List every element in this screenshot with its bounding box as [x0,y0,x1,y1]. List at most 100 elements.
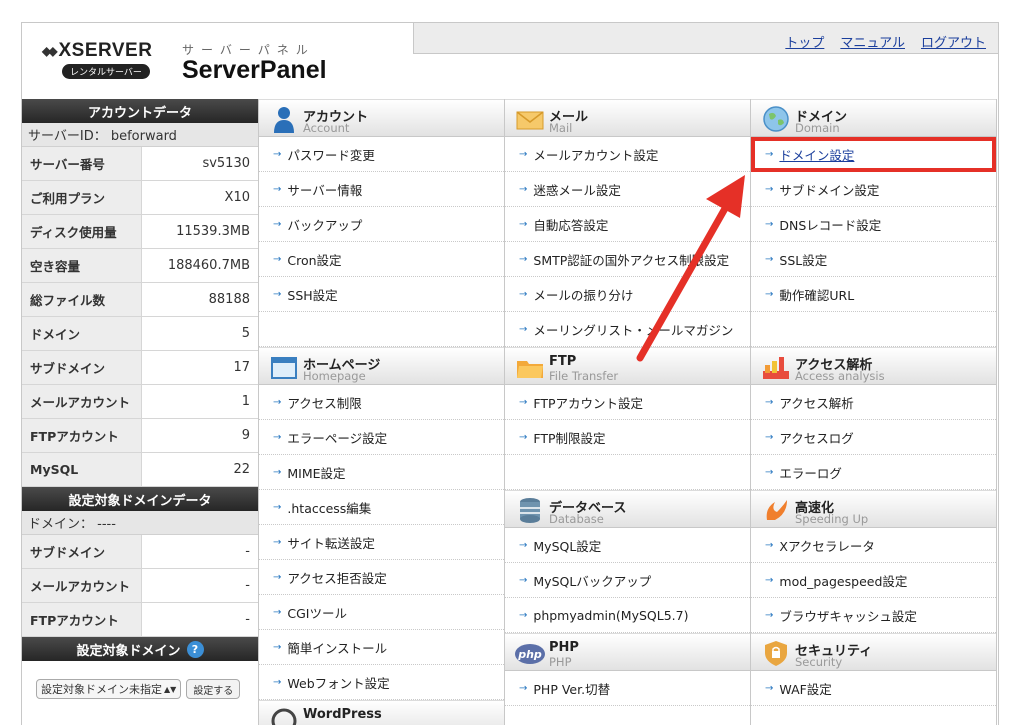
menu-item[interactable]: → MySQLバックアップ [505,563,750,598]
menu-item[interactable]: → パスワード変更 [259,137,504,172]
stat-row: サブドメイン 17 [22,351,258,385]
menu-item-label: MIME設定 [287,465,346,481]
window-icon [269,353,299,381]
menu-item[interactable]: → メーリングリスト・メールマガジン [505,312,750,347]
menu-item[interactable]: → サーバー情報 [259,172,504,207]
logout-link[interactable]: ログアウト [921,32,986,51]
menu-item[interactable]: → PHP Ver.切替 [505,671,750,706]
menu-item[interactable]: → アクセス制限 [259,385,504,420]
section-header: FTP File Transfer [505,347,750,385]
menu-item-label: PHP Ver.切替 [533,681,611,697]
arrow-bullet-icon: → [519,682,528,694]
stat-value: 11539.3MB [176,224,250,239]
empty-cell [505,455,750,490]
menu-item[interactable]: → アクセス拒否設定 [259,560,504,595]
menu-item-label: 迷惑メール設定 [533,182,621,198]
arrow-bullet-icon: → [273,571,282,583]
menu-item[interactable]: → DNSレコード設定 [751,207,996,242]
menu-item[interactable]: → SSH設定 [259,277,504,312]
menu-item[interactable]: → .htaccess編集 [259,490,504,525]
stat-row: メールアカウント 1 [22,385,258,419]
menu-item[interactable]: → アクセス解析 [751,385,996,420]
menu-item[interactable]: → Xアクセラレータ [751,528,996,563]
arrow-bullet-icon: → [519,539,528,551]
xserver-logo[interactable]: ◆◆ XSERVER レンタルサーバー [42,40,172,79]
menu-item[interactable]: → Webフォント設定 [259,665,504,700]
menu-item-label: SSL設定 [779,252,828,268]
menu-item[interactable]: → エラーページ設定 [259,420,504,455]
section-header: データベース Database [505,490,750,528]
menu-item[interactable]: → 迷惑メール設定 [505,172,750,207]
menu-item[interactable]: → エラーログ [751,455,996,490]
arrow-bullet-icon: → [273,396,282,408]
menu-item[interactable]: → FTPアカウント設定 [505,385,750,420]
section-header: WordPress [259,700,504,725]
stat-row: メールアカウント - [22,569,258,603]
person-icon [269,105,299,133]
section-header: セキュリティ Security [751,633,996,671]
menu-item-label: エラーページ設定 [287,430,388,446]
stat-value: - [245,612,250,627]
database-icon [515,496,545,524]
menu-item[interactable]: → サブドメイン設定 [751,172,996,207]
menu-item[interactable]: → 自動応答設定 [505,207,750,242]
arrow-bullet-icon: → [273,253,282,265]
menu-item[interactable]: → ブラウザキャッシュ設定 [751,598,996,633]
section-subtitle: Domain [795,121,840,135]
menu-item-label: アクセス拒否設定 [287,570,387,586]
stat-row: 空き容量 188460.7MB [22,249,258,283]
stat-value: 188460.7MB [167,258,250,273]
section-header: 高速化 Speeding Up [751,490,996,528]
menu-item[interactable]: → メールアカウント設定 [505,137,750,172]
help-icon[interactable]: ? [186,640,204,658]
menu-item-label: mod_pagespeed設定 [779,573,908,589]
menu-item[interactable]: → SMTP認証の国外アクセス制限設定 [505,242,750,277]
domain-settings-link[interactable]: → ドメイン設定 [751,137,996,172]
section-subtitle: PHP [549,655,572,669]
target-domain-select[interactable]: 設定対象ドメイン未指定 ▲▼ [36,679,182,699]
top-link[interactable]: トップ [785,32,824,51]
stat-value: 22 [233,462,250,477]
section-subtitle: Database [549,512,604,526]
menu-item[interactable]: → アクセスログ [751,420,996,455]
section-subtitle: Speeding Up [795,512,869,526]
arrow-bullet-icon: → [519,183,528,195]
select-arrows-icon: ▲▼ [164,684,177,694]
menu-item[interactable]: → MySQL設定 [505,528,750,563]
menu-item[interactable]: → SSL設定 [751,242,996,277]
menu-item-label: .htaccess編集 [287,500,372,516]
shield-icon [761,639,791,667]
menu-column-1: アカウント Account → パスワード変更 → サーバー情報 → バックアップ → Cron設… [259,99,505,725]
menu-item-label: サブドメイン設定 [779,182,880,198]
menu-item-label: パスワード変更 [287,147,375,163]
stat-value: sv5130 [202,156,250,171]
server-id: サーバーID： beforward [22,123,258,147]
arrow-bullet-icon: → [273,288,282,300]
menu-item[interactable]: → 簡単インストール [259,630,504,665]
menu-item[interactable]: → WAF設定 [751,671,996,706]
menu-item[interactable]: → CGIツール [259,595,504,630]
menu-item[interactable]: → MIME設定 [259,455,504,490]
arrow-bullet-icon: → [765,682,774,694]
menu-item[interactable]: → 動作確認URL [751,277,996,312]
set-domain-button[interactable]: 設定する [186,679,241,699]
menu-item[interactable]: → mod_pagespeed設定 [751,563,996,598]
empty-cell [751,312,996,347]
menu-item[interactable]: → メールの振り分け [505,277,750,312]
stat-row: MySQL 22 [22,453,258,487]
arrow-bullet-icon: → [765,539,774,551]
section-header: アカウント Account [259,99,504,137]
menu-item[interactable]: → バックアップ [259,207,504,242]
section-subtitle: Security [795,655,843,669]
svg-text:php: php [517,648,542,661]
target-domain-title-text: 設定対象ドメイン [76,643,181,659]
menu-item-label: サーバー情報 [287,182,363,198]
menu-item[interactable]: → Cron設定 [259,242,504,277]
menu-item[interactable]: → FTP制限設定 [505,420,750,455]
menu-item[interactable]: → サイト転送設定 [259,525,504,560]
manual-link[interactable]: マニュアル [840,32,905,51]
stat-row: ご利用プラン X10 [22,181,258,215]
arrow-bullet-icon: → [273,641,282,653]
menu-item[interactable]: → phpmyadmin(MySQL5.7) [505,598,750,633]
menu-item-label: バックアップ [287,217,363,233]
